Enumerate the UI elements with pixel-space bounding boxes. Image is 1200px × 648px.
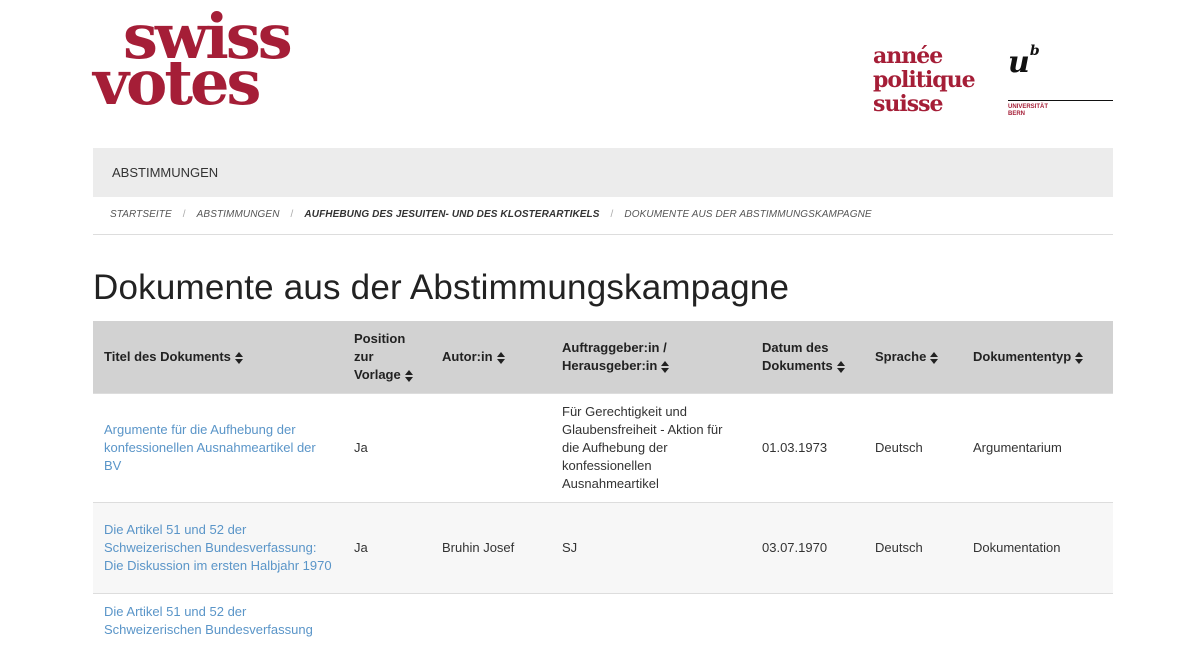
cell-dokumententyp: Argumentarium [962,394,1113,503]
breadcrumb-current: DOKUMENTE AUS DER ABSTIMMUNGSKAMPAGNE [624,209,871,220]
document-link[interactable]: Die Artikel 51 und 52 der Schweizerische… [104,604,313,637]
sort-icon [930,352,938,364]
sort-icon [837,361,845,373]
cell-dokumententyp: Dokumentation [962,503,1113,594]
sort-icon [497,352,505,364]
table-row: Argumente für die Aufhebung der konfessi… [93,394,1113,503]
main-navbar: ABSTIMMUNGEN [93,148,1113,197]
breadcrumb-vorlage[interactable]: AUFHEBUNG DES JESUITEN- UND DES KLOSTERA… [304,209,599,220]
cell-datum [751,594,864,648]
sort-icon [405,370,413,382]
table-row: Die Artikel 51 und 52 der Schweizerische… [93,594,1113,648]
breadcrumb-separator: / [611,209,614,220]
header-dokumententyp[interactable]: Dokumententyp [962,321,1113,394]
cell-auftraggeber: SJ [551,503,751,594]
cell-sprache [864,594,962,648]
cell-autor [431,594,551,648]
header-autor[interactable]: Autor:in [431,321,551,394]
university-bern-logo[interactable]: ub UNIVERSITÄT BERN [1008,40,1113,118]
cell-auftraggeber: Für Gerechtigkeit und Glaubensfreiheit -… [551,394,751,503]
header-auftraggeber[interactable]: Auftraggeber:in / Herausgeber:in [551,321,751,394]
swissvotes-logo[interactable]: swiss votes [93,14,290,106]
header-titel[interactable]: Titel des Dokuments [93,321,343,394]
cell-datum: 03.07.1970 [751,503,864,594]
cell-sprache: Deutsch [864,503,962,594]
header-position[interactable]: Position zur Vorlage [343,321,431,394]
cell-auftraggeber [551,594,751,648]
sort-icon [235,352,243,364]
cell-position: Ja [343,503,431,594]
table-row: Die Artikel 51 und 52 der Schweizerische… [93,503,1113,594]
cell-sprache: Deutsch [864,394,962,503]
aps-logo-line-2: politique [873,68,975,92]
aps-logo-line-3: suisse [873,92,975,116]
document-link[interactable]: Argumente für die Aufhebung der konfessi… [104,422,316,473]
nav-item-abstimmungen[interactable]: ABSTIMMUNGEN [112,165,218,180]
documents-table: Titel des Dokuments Position zur Vorlage… [93,321,1113,648]
aps-logo-line-1: année [873,44,975,68]
document-link[interactable]: Die Artikel 51 und 52 der Schweizerische… [104,522,332,573]
annee-politique-suisse-logo[interactable]: année politique suisse [873,44,975,116]
cell-autor: Bruhin Josef [431,503,551,594]
unibe-text: UNIVERSITÄT BERN [1008,104,1113,118]
cell-titel: Argumente für die Aufhebung der konfessi… [93,394,343,503]
sort-icon [1075,352,1083,364]
breadcrumb-separator: / [183,209,186,220]
cell-titel: Die Artikel 51 und 52 der Schweizerische… [93,594,343,648]
breadcrumb-separator: / [291,209,294,220]
breadcrumb-startseite[interactable]: STARTSEITE [110,209,172,220]
unibe-divider [1008,100,1113,101]
table-header-row: Titel des Dokuments Position zur Vorlage… [93,321,1113,394]
cell-position: Ja [343,394,431,503]
cell-dokumententyp [962,594,1113,648]
breadcrumb-abstimmungen[interactable]: ABSTIMMUNGEN [197,209,280,220]
cell-titel: Die Artikel 51 und 52 der Schweizerische… [93,503,343,594]
cell-datum: 01.03.1973 [751,394,864,503]
unibe-mark: ub [1008,40,1113,80]
page-title: Dokumente aus der Abstimmungskampagne [93,268,789,308]
sort-icon [661,361,669,373]
cell-position [343,594,431,648]
breadcrumb: STARTSEITE / ABSTIMMUNGEN / AUFHEBUNG DES JE… [93,197,1113,235]
cell-autor [431,394,551,503]
header-sprache[interactable]: Sprache [864,321,962,394]
header-datum[interactable]: Datum des Dokuments [751,321,864,394]
